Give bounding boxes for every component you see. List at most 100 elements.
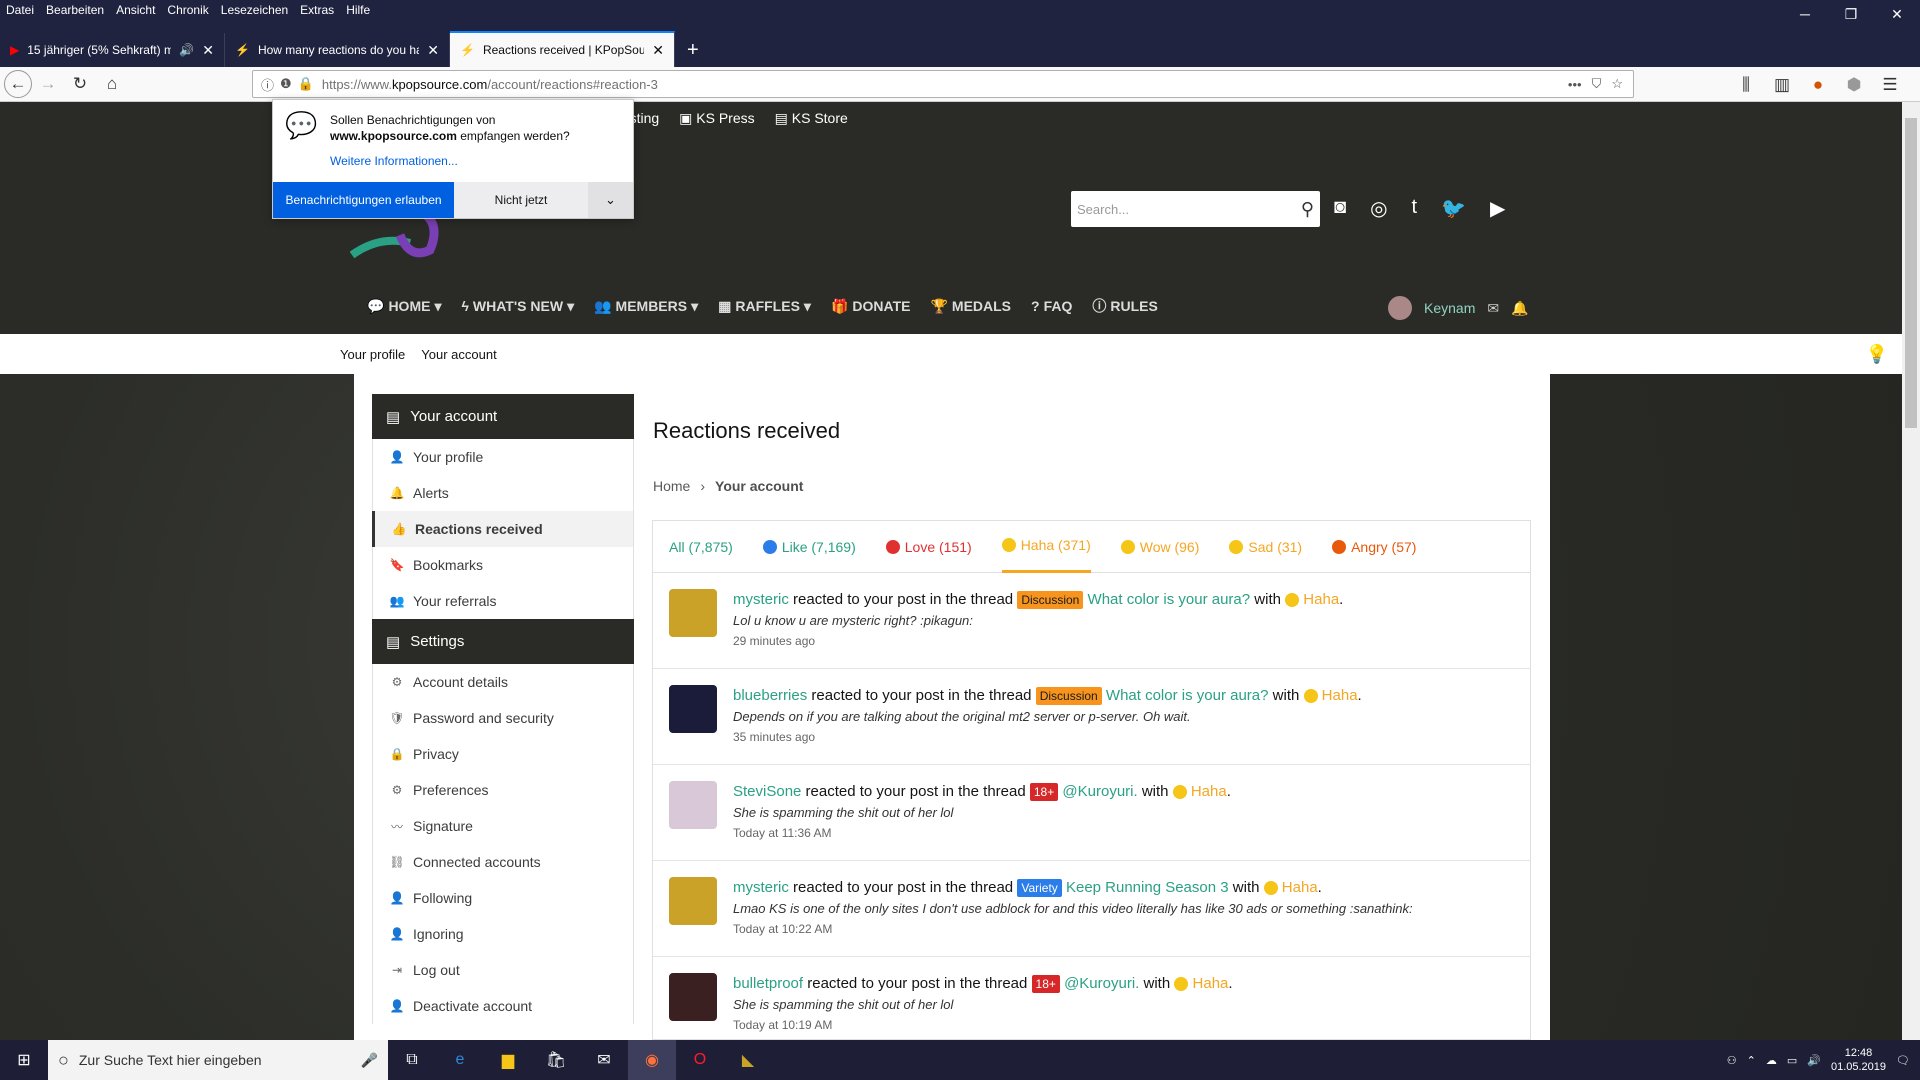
- hamburger-menu-icon[interactable]: ☰: [1874, 71, 1906, 99]
- popup-more-link[interactable]: Weitere Informationen...: [330, 154, 458, 168]
- tab-all[interactable]: All (7,875): [669, 521, 733, 573]
- sidebar-item-signature[interactable]: 〰 Signature: [372, 808, 634, 844]
- page-actions-icon[interactable]: •••: [1568, 77, 1582, 92]
- avatar[interactable]: [669, 781, 717, 829]
- task-view-icon[interactable]: ⧉: [388, 1040, 436, 1080]
- chevron-down-icon[interactable]: ⌄: [588, 182, 633, 218]
- ks-store-link[interactable]: ▤ KS Store: [775, 110, 848, 127]
- sidebar-item-alerts[interactable]: 🔔 Alerts: [372, 475, 634, 511]
- close-tab-icon[interactable]: ✕: [202, 42, 214, 59]
- nav-raffles[interactable]: ▦ RAFFLES ▾: [718, 296, 811, 316]
- sidebar-item-bookmarks[interactable]: 🔖 Bookmarks: [372, 547, 634, 583]
- sidebar-icon[interactable]: ▥: [1766, 71, 1798, 99]
- windows-start-icon[interactable]: ⊞: [0, 1040, 48, 1080]
- url-bar[interactable]: ⓘ ❶ 🔒 https://www.kpopsource.com/account…: [252, 70, 1634, 98]
- game-icon[interactable]: ◣: [724, 1040, 772, 1080]
- pocket-icon[interactable]: ⛉: [1592, 76, 1602, 92]
- sidebar-item-log-out[interactable]: ⇥ Log out: [372, 952, 634, 988]
- close-tab-icon[interactable]: ✕: [427, 42, 439, 59]
- sidebar-item-preferences[interactable]: ⚙ Preferences: [372, 772, 634, 808]
- reaction-excerpt[interactable]: Lmao KS is one of the only sites I don't…: [733, 901, 1413, 916]
- home-icon[interactable]: ⌂: [96, 70, 128, 98]
- ks-press-link[interactable]: ▣ KS Press: [679, 110, 754, 127]
- twitter-icon[interactable]: 🐦: [1441, 196, 1466, 221]
- sidebar-item-your-profile[interactable]: 👤 Your profile: [372, 439, 634, 475]
- menu-hilfe[interactable]: Hilfe: [340, 3, 376, 17]
- sidebar-item-ignoring[interactable]: 👤 Ignoring: [372, 916, 634, 952]
- microphone-icon[interactable]: 🎤: [361, 1052, 378, 1069]
- tab-sad[interactable]: Sad (31): [1229, 521, 1302, 573]
- menu-lesezeichen[interactable]: Lesezeichen: [215, 3, 294, 17]
- tab-haha[interactable]: Haha (371): [1001, 521, 1091, 573]
- reaction-user[interactable]: bulletproof: [733, 975, 803, 992]
- notification-icon[interactable]: ❶: [280, 76, 292, 92]
- tab-angry[interactable]: Angry (57): [1332, 521, 1416, 573]
- menu-bearbeiten[interactable]: Bearbeiten: [40, 3, 110, 17]
- search-box[interactable]: Search... ⚲: [1071, 191, 1320, 227]
- sidebar-item-following[interactable]: 👤 Following: [372, 880, 634, 916]
- nav-rules[interactable]: ⓘ RULES: [1092, 296, 1157, 316]
- nav-members[interactable]: 👥 MEMBERS ▾: [594, 296, 698, 316]
- taskbar-search[interactable]: ○ Zur Suche Text hier eingeben 🎤: [48, 1040, 388, 1080]
- scrollbar-thumb[interactable]: [1905, 118, 1917, 428]
- not-now-button[interactable]: Nicht jetzt: [454, 182, 588, 218]
- speaker-icon[interactable]: 🔊: [179, 43, 194, 57]
- bell-icon[interactable]: 🔔: [1511, 300, 1528, 317]
- thread-prefix-badge[interactable]: Discussion: [1035, 687, 1102, 705]
- menu-datei[interactable]: Datei: [0, 3, 40, 17]
- menu-chronik[interactable]: Chronik: [161, 3, 214, 17]
- nav-donate[interactable]: 🎁 DONATE: [831, 296, 911, 316]
- reaction-excerpt[interactable]: She is spamming the shit out of her lol: [733, 997, 1233, 1012]
- avatar[interactable]: [669, 877, 717, 925]
- reaction-excerpt[interactable]: She is spamming the shit out of her lol: [733, 805, 1231, 820]
- subnav-your-profile[interactable]: Your profile: [340, 347, 405, 362]
- reload-icon[interactable]: ↻: [64, 70, 96, 98]
- edge-icon[interactable]: e: [436, 1040, 484, 1080]
- browser-tab-active[interactable]: ⚡ Reactions received | KPopSourc ✕: [450, 31, 675, 67]
- thread-link[interactable]: What color is your aura?: [1106, 687, 1269, 704]
- action-center-icon[interactable]: 🗨: [1896, 1054, 1910, 1067]
- store-icon[interactable]: 🛍: [532, 1040, 580, 1080]
- browser-tab[interactable]: ▶ 15 jähriger (5% Sehkraft) ma 🔊 ✕: [0, 33, 225, 67]
- firefox-icon[interactable]: ◉: [628, 1040, 676, 1080]
- nav-medals[interactable]: 🏆 MEDALS: [930, 296, 1011, 316]
- nav-home[interactable]: 💬 HOME ▾: [367, 296, 441, 316]
- discord-icon[interactable]: ◙: [1334, 196, 1346, 221]
- nav-whats-new[interactable]: ϟ WHAT'S NEW ▾: [461, 296, 574, 316]
- sidebar-item-account-details[interactable]: ⚙ Account details: [372, 664, 634, 700]
- search-icon[interactable]: ⚲: [1301, 199, 1314, 220]
- allow-notifications-button[interactable]: Benachrichtigungen erlauben: [273, 182, 454, 218]
- reaction-user[interactable]: mysteric: [733, 591, 789, 608]
- avatar[interactable]: [669, 589, 717, 637]
- avatar[interactable]: [1388, 296, 1412, 320]
- reaction-user[interactable]: SteviSone: [733, 783, 801, 800]
- thread-link[interactable]: @Kuroyuri.: [1062, 783, 1137, 800]
- forward-icon[interactable]: →: [32, 70, 64, 98]
- person-icon[interactable]: ⚇: [1727, 1054, 1737, 1067]
- sidebar-item-password[interactable]: 🛡 Password and security: [372, 700, 634, 736]
- lightbulb-icon[interactable]: 💡: [1866, 344, 1888, 365]
- breadcrumb-current[interactable]: Your account: [715, 478, 803, 494]
- sidebar-item-connected-accounts[interactable]: ⛓ Connected accounts: [372, 844, 634, 880]
- library-icon[interactable]: ⫼: [1730, 71, 1762, 99]
- menu-ansicht[interactable]: Ansicht: [110, 3, 161, 17]
- sidebar-item-your-referrals[interactable]: 👥 Your referrals: [372, 583, 634, 619]
- breadcrumb-home[interactable]: Home: [653, 478, 690, 494]
- thread-link[interactable]: What color is your aura?: [1088, 591, 1251, 608]
- sidebar-item-deactivate[interactable]: 👤 Deactivate account: [372, 988, 634, 1024]
- sidebar-item-privacy[interactable]: 🔒 Privacy: [372, 736, 634, 772]
- thread-prefix-badge[interactable]: Variety: [1017, 879, 1062, 897]
- bookmark-star-icon[interactable]: ☆: [1611, 76, 1623, 92]
- thread-prefix-badge[interactable]: 18+: [1031, 975, 1060, 993]
- thread-prefix-badge[interactable]: 18+: [1029, 783, 1059, 801]
- cloud-icon[interactable]: ☁: [1766, 1054, 1777, 1067]
- network-icon[interactable]: ▭: [1787, 1054, 1797, 1067]
- extension-icon[interactable]: ●: [1802, 71, 1834, 99]
- tab-love[interactable]: Love (151): [885, 521, 972, 573]
- avatar[interactable]: [669, 973, 717, 1021]
- volume-icon[interactable]: 🔊: [1807, 1054, 1821, 1067]
- reaction-excerpt[interactable]: Lol u know u are mysteric right? :pikagu…: [733, 613, 1343, 628]
- subnav-your-account[interactable]: Your account: [421, 347, 496, 362]
- opera-icon[interactable]: O: [676, 1040, 724, 1080]
- avatar[interactable]: [669, 685, 717, 733]
